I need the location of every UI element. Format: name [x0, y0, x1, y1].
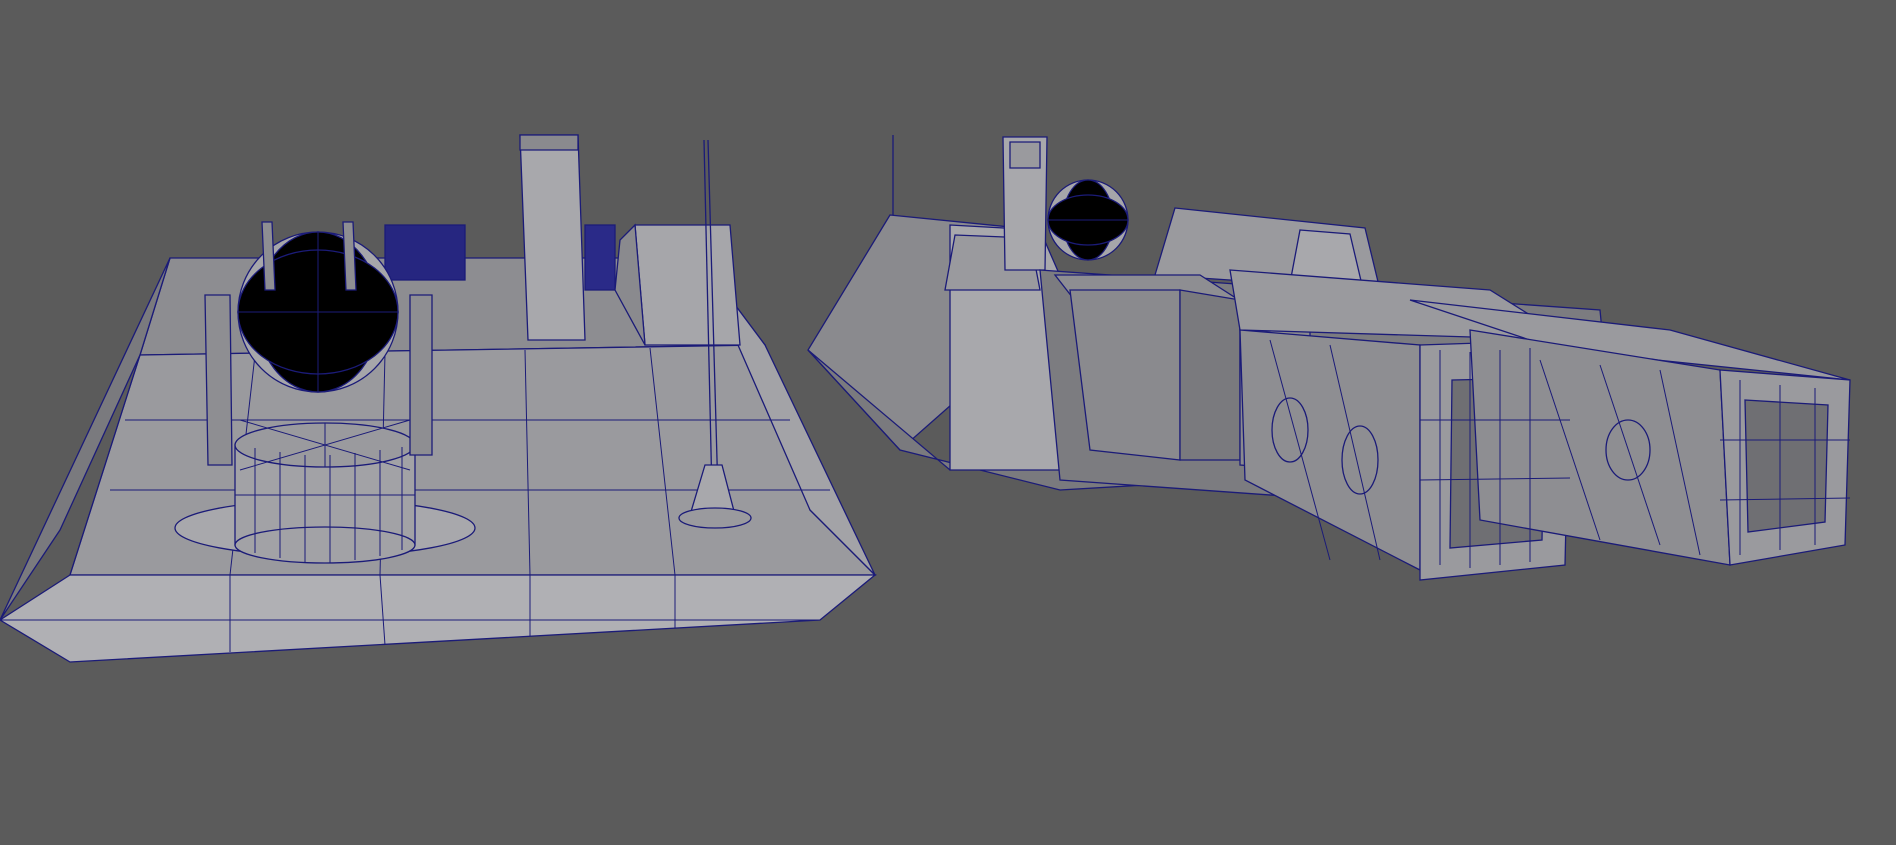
- port-left-2: [1341, 425, 1379, 495]
- yoke-left: [204, 294, 233, 466]
- dark-block: [384, 224, 466, 281]
- port-left-1: [1271, 397, 1309, 463]
- tall-block-top: [519, 134, 579, 151]
- segment-2: [1179, 289, 1241, 461]
- prong-left: [261, 221, 276, 291]
- prong-right: [342, 221, 357, 291]
- barrel-left-side: [1239, 329, 1421, 572]
- viewport-canvas[interactable]: [0, 0, 1896, 845]
- pedestal-bottom: [234, 526, 416, 564]
- tall-block: [519, 134, 586, 341]
- front-rim: [0, 574, 877, 663]
- 3d-viewport[interactable]: [0, 0, 1896, 845]
- turret-base[interactable]: [0, 134, 877, 663]
- ship-hull[interactable]: [807, 135, 1851, 581]
- central-tower-window: [1009, 141, 1041, 169]
- barrel-right-muzzle: [1744, 399, 1829, 533]
- yoke-right: [409, 294, 433, 456]
- antenna-foot: [678, 507, 752, 529]
- dark-block-2: [584, 224, 616, 291]
- right-housing: [634, 224, 741, 346]
